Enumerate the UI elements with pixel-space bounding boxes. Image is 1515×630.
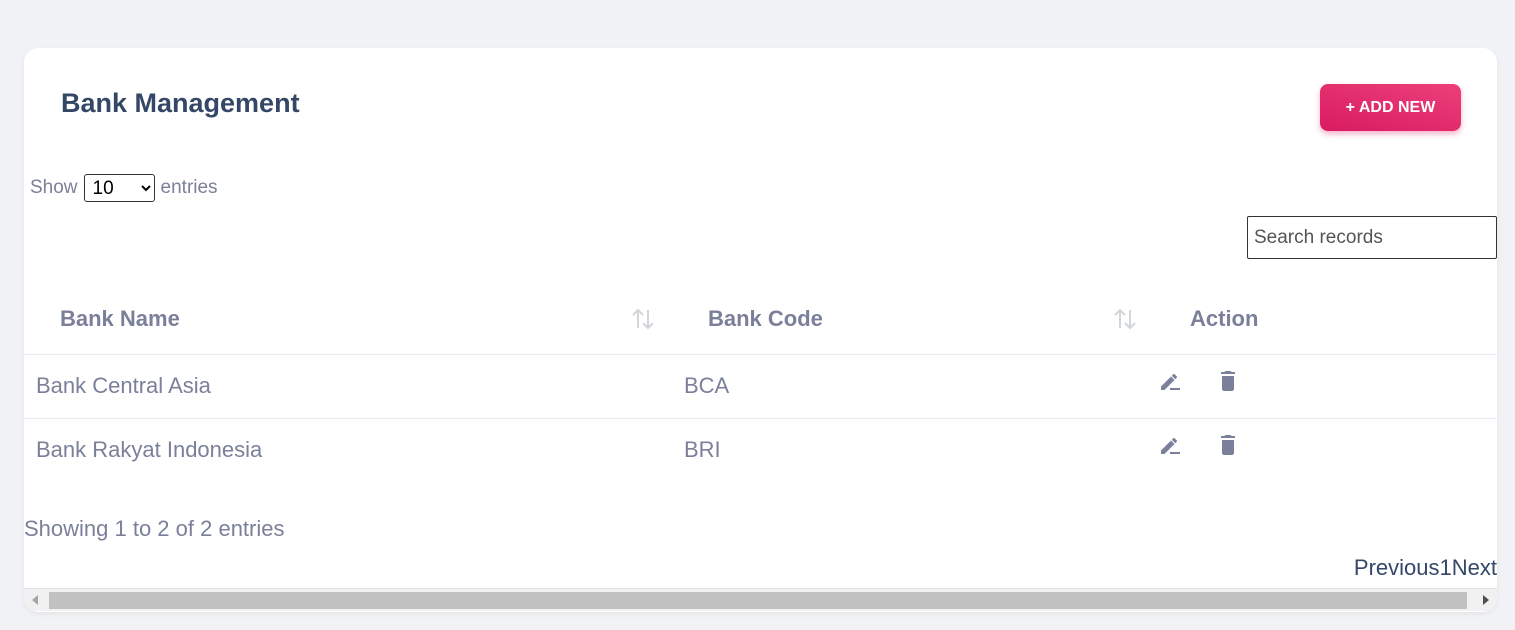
action-cell <box>1154 418 1497 482</box>
page-title: Bank Management <box>61 88 300 118</box>
entries-length-control: Show 10 entries <box>30 174 218 202</box>
sort-arrows-icon[interactable] <box>630 306 656 332</box>
show-label: Show <box>30 177 78 198</box>
pagination-next[interactable]: Next <box>1452 555 1497 581</box>
pagination-page-1[interactable]: 1 <box>1440 555 1452 581</box>
column-header-label: Bank Code <box>708 305 823 331</box>
horizontal-scrollbar[interactable] <box>24 588 1497 611</box>
column-header-bank-name[interactable]: Bank Name <box>24 284 672 355</box>
bank-table: Bank Name Bank Code Action Bank Central … <box>24 284 1497 482</box>
column-header-action: Action <box>1154 284 1497 355</box>
bank-name-cell: Bank Central Asia <box>24 354 672 419</box>
action-cell <box>1154 354 1497 419</box>
bank-name-cell: Bank Rakyat Indonesia <box>36 437 263 462</box>
bank-code-cell: BCA <box>672 354 1154 419</box>
scroll-right-arrow-icon[interactable] <box>1483 595 1489 605</box>
entries-label: entries <box>160 177 218 198</box>
scrollbar-thumb[interactable] <box>49 592 1467 609</box>
add-new-button[interactable]: + ADD NEW <box>1320 84 1461 131</box>
pagination-previous[interactable]: Previous <box>1354 555 1440 581</box>
scroll-left-arrow-icon[interactable] <box>32 595 38 605</box>
column-header-bank-code[interactable]: Bank Code <box>672 284 1154 355</box>
bank-management-card: Bank Management + ADD NEW Show 10 entrie… <box>24 48 1497 612</box>
sort-arrows-icon[interactable] <box>1112 306 1138 332</box>
edit-pencil-icon[interactable] <box>1158 433 1182 457</box>
trash-icon[interactable] <box>1216 369 1240 393</box>
table-row: Bank Rakyat Indonesia BRI <box>24 418 1497 482</box>
trash-icon[interactable] <box>1216 433 1240 457</box>
table-header-row: Bank Name Bank Code Action <box>24 284 1497 355</box>
entries-per-page-select[interactable]: 10 <box>83 174 155 202</box>
column-header-label: Action <box>1190 305 1259 331</box>
table-row: Bank Central Asia BCA <box>24 354 1497 419</box>
pagination: Previous 1 Next <box>1354 555 1497 581</box>
bank-code-cell: BRI <box>684 437 721 462</box>
edit-pencil-icon[interactable] <box>1158 369 1182 393</box>
table-info: Showing 1 to 2 of 2 entries <box>24 516 285 541</box>
column-header-label: Bank Name <box>60 305 180 331</box>
search-input[interactable] <box>1247 216 1497 259</box>
